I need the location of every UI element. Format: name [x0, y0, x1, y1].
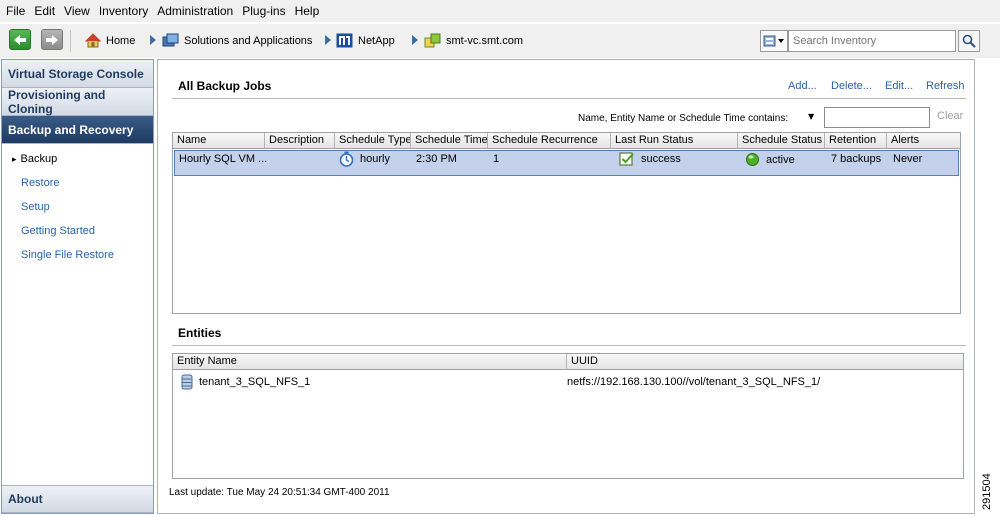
clear-button[interactable]: Clear: [937, 110, 963, 122]
breadcrumb-separator-icon: [325, 35, 331, 45]
home-icon: [85, 33, 101, 48]
clock-icon: [339, 151, 354, 167]
datastore-icon: [181, 374, 193, 390]
back-button[interactable]: [9, 29, 31, 50]
backup-jobs-table: Name Description Schedule Type Schedule …: [172, 132, 961, 314]
active-status-icon: [746, 153, 759, 166]
arrow-right-icon: [46, 34, 58, 45]
filter-field[interactable]: [824, 107, 930, 128]
menu-view[interactable]: View: [64, 4, 90, 18]
cell-uuid: netfs://192.168.130.100//vol/tenant_3_SQ…: [567, 376, 821, 388]
menu-inventory[interactable]: Inventory: [99, 4, 148, 18]
last-run-status-text: success: [641, 153, 681, 165]
table-header: Entity Name UUID: [173, 354, 963, 370]
breadcrumb-separator-icon: [150, 35, 156, 45]
column-header-uuid[interactable]: UUID: [567, 354, 963, 370]
search-scope-dropdown[interactable]: [760, 30, 788, 52]
success-check-icon: [619, 152, 634, 166]
sidebar-section-virtual-storage-console[interactable]: Virtual Storage Console: [2, 60, 153, 88]
breadcrumb-separator-icon: [412, 35, 418, 45]
menu-file[interactable]: File: [6, 4, 25, 18]
filter-input[interactable]: [825, 108, 929, 127]
breadcrumb-vcenter[interactable]: smt-vc.smt.com: [424, 33, 523, 48]
column-header-schedule-type[interactable]: Schedule Type: [335, 133, 411, 149]
sidebar-section-backup-recovery[interactable]: Backup and Recovery: [2, 116, 153, 144]
cell-retention: 7 backups: [831, 153, 882, 165]
section-divider: [172, 345, 966, 346]
add-button[interactable]: Add...: [788, 80, 817, 92]
edit-button[interactable]: Edit...: [885, 80, 913, 92]
entities-table: Entity Name UUID tenant_3_SQL_NFS_1 netf…: [172, 353, 964, 479]
breadcrumb-solutions[interactable]: Solutions and Applications: [162, 33, 312, 48]
cell-schedule-type: hourly: [339, 151, 390, 167]
breadcrumb-label-solutions: Solutions and Applications: [184, 34, 313, 47]
schedule-status-text: active: [766, 153, 795, 166]
cell-last-run-status: success: [619, 151, 681, 167]
breadcrumb-label-vcenter: smt-vc.smt.com: [446, 34, 523, 47]
cell-schedule-status: active: [745, 152, 795, 167]
arrow-left-icon: [14, 34, 26, 45]
column-header-retention[interactable]: Retention: [825, 133, 887, 149]
cell-recurrence: 1: [493, 153, 500, 165]
column-header-alerts[interactable]: Alerts: [887, 133, 960, 149]
schedule-type-text: hourly: [360, 153, 390, 165]
column-header-entity-name[interactable]: Entity Name: [173, 354, 567, 370]
menu-help[interactable]: Help: [295, 4, 320, 18]
search-input[interactable]: [789, 31, 955, 51]
solutions-icon: [162, 33, 179, 47]
menu-edit[interactable]: Edit: [34, 4, 55, 18]
inventory-scope-icon: [763, 35, 784, 47]
sidebar: Virtual Storage Console Provisioning and…: [1, 59, 154, 514]
breadcrumb-netapp[interactable]: NetApp: [336, 33, 395, 48]
sidebar-item-setup[interactable]: Setup: [21, 201, 50, 213]
table-header: Name Description Schedule Type Schedule …: [173, 133, 960, 149]
cell-job-name: Hourly SQL VM ...: [179, 153, 268, 165]
backup-jobs-title: All Backup Jobs: [178, 79, 272, 93]
filter-dropdown-icon[interactable]: ▼: [808, 112, 814, 121]
main-panel: All Backup Jobs Add... Delete... Edit...…: [157, 59, 975, 514]
figure-id-text: 291504: [981, 473, 993, 510]
column-header-description[interactable]: Description: [265, 133, 335, 149]
refresh-button[interactable]: Refresh: [926, 80, 965, 92]
figure-id: 291504: [981, 470, 995, 510]
sidebar-section-about[interactable]: About: [2, 485, 153, 513]
search-inventory-field[interactable]: [788, 30, 956, 52]
vcenter-icon: [424, 33, 441, 48]
toolbar-divider: [70, 30, 71, 52]
sidebar-section-provisioning[interactable]: Provisioning and Cloning: [2, 88, 153, 116]
forward-button[interactable]: [41, 29, 63, 50]
home-label: Home: [106, 34, 136, 47]
menu-plug-ins[interactable]: Plug-ins: [242, 4, 285, 18]
delete-button[interactable]: Delete...: [831, 80, 872, 92]
sidebar-item-backup[interactable]: Backup: [12, 153, 58, 165]
search-button[interactable]: [958, 30, 980, 52]
breadcrumb-label-netapp: NetApp: [358, 34, 395, 47]
section-divider: [172, 98, 966, 99]
menu-administration[interactable]: Administration: [157, 4, 233, 18]
sidebar-item-restore[interactable]: Restore: [21, 177, 60, 189]
column-header-schedule-recurrence[interactable]: Schedule Recurrence: [488, 133, 611, 149]
cell-schedule-time: 2:30 PM: [416, 153, 457, 165]
breadcrumb-home[interactable]: Home: [85, 33, 135, 48]
filter-label: Name, Entity Name or Schedule Time conta…: [578, 113, 789, 124]
column-header-last-run-status[interactable]: Last Run Status: [611, 133, 738, 149]
entity-name-text: tenant_3_SQL_NFS_1: [199, 376, 311, 388]
menu-bar: File Edit View Inventory Administration …: [0, 0, 1000, 22]
sidebar-item-single-file-restore[interactable]: Single File Restore: [21, 249, 114, 261]
column-header-schedule-status[interactable]: Schedule Status: [738, 133, 825, 149]
list-item[interactable]: tenant_3_SQL_NFS_1: [181, 374, 310, 390]
search-icon: [962, 34, 976, 48]
status-bar: Last update: Tue May 24 20:51:34 GMT-400…: [169, 487, 390, 498]
column-header-name[interactable]: Name: [173, 133, 265, 149]
navigation-bar: Home Solutions and Applications NetApp s…: [0, 24, 1000, 58]
entities-title: Entities: [178, 326, 222, 340]
netapp-icon: [336, 33, 353, 48]
cell-alerts: Never: [893, 153, 923, 165]
sidebar-item-getting-started[interactable]: Getting Started: [21, 225, 95, 237]
column-header-schedule-time[interactable]: Schedule Time: [411, 133, 488, 149]
